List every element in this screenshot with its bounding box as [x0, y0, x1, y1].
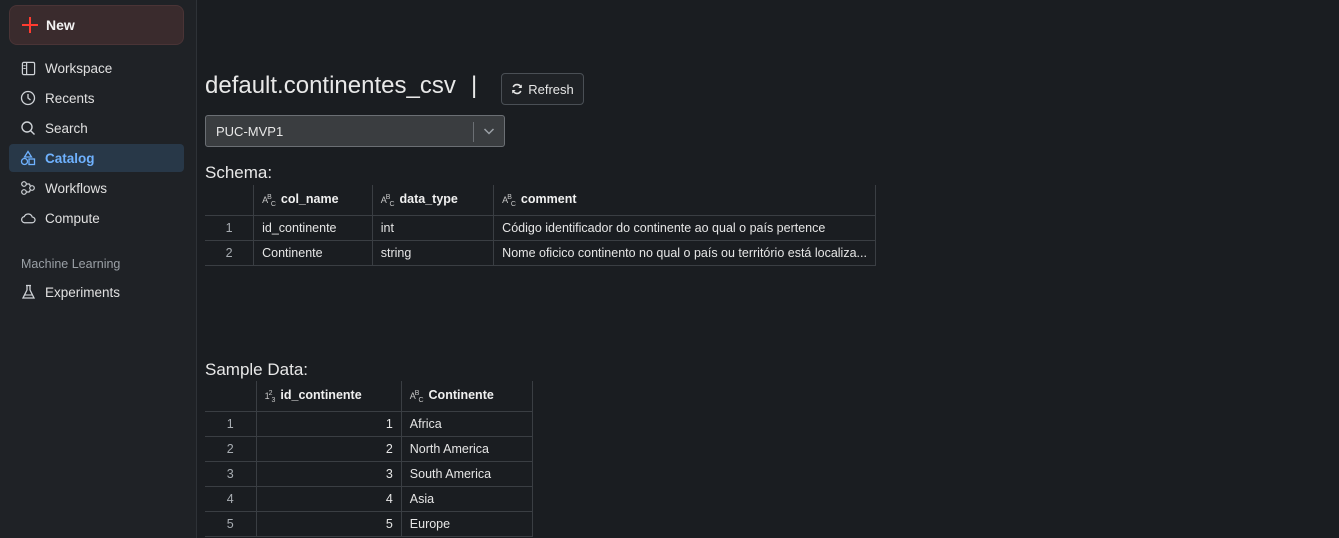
- sample-data-table: 123 id_continente ABC Continente 1 1 Afric…: [205, 381, 534, 537]
- table-cell[interactable]: 4: [255, 485, 402, 512]
- sidebar-item-recents[interactable]: Recents: [9, 84, 184, 112]
- row-index: 1: [205, 214, 255, 241]
- schema-heading: Schema:: [205, 163, 273, 182]
- sidebar-item-label: Search: [45, 120, 88, 136]
- table-row: 5 5 Europe: [205, 510, 534, 537]
- title-separator: |: [471, 72, 478, 99]
- table-row: 3 3 South America: [205, 460, 534, 487]
- table-header-row: ABC col_name ABC data_type ABC comment: [205, 185, 876, 216]
- table-cell[interactable]: Africa: [400, 410, 534, 437]
- table-cell[interactable]: string: [371, 239, 495, 266]
- sidebar-item-compute[interactable]: Compute: [9, 204, 184, 232]
- main-content: default.continentes_csv | Refresh PUC-MV…: [198, 0, 1339, 538]
- table-cell[interactable]: 5: [255, 510, 402, 537]
- sidebar-item-label: Compute: [45, 210, 100, 226]
- refresh-label: Refresh: [528, 81, 574, 97]
- index-header: [205, 185, 255, 216]
- table-cell[interactable]: 1: [255, 410, 402, 437]
- sidebar-item-label: Experiments: [45, 284, 121, 300]
- row-index: 1: [205, 410, 257, 437]
- index-header: [205, 381, 257, 412]
- table-row: 1 1 Africa: [205, 410, 534, 437]
- select-divider: [473, 122, 474, 142]
- sidebar-item-label: Recents: [45, 90, 95, 106]
- table-row: 4 4 Asia: [205, 485, 534, 512]
- table-cell[interactable]: Nome oficico continento no qual o país o…: [493, 239, 876, 266]
- refresh-icon: [511, 83, 523, 95]
- table-cell[interactable]: Asia: [400, 485, 534, 512]
- table-cell[interactable]: int: [371, 214, 495, 241]
- column-header[interactable]: ABC comment: [493, 185, 876, 216]
- table-cell[interactable]: id_continente: [253, 214, 373, 241]
- catalog-icon: [20, 150, 36, 166]
- column-header[interactable]: 123 id_continente: [255, 381, 402, 412]
- refresh-button[interactable]: Refresh: [501, 73, 584, 105]
- sidebar-item-catalog[interactable]: Catalog: [9, 144, 184, 172]
- schema-table: ABC col_name ABC data_type ABC comment 1 id…: [205, 185, 876, 266]
- table-row: 2 2 North America: [205, 435, 534, 462]
- section-label-machine-learning: Machine Learning: [21, 257, 121, 271]
- flask-icon: [20, 284, 36, 300]
- sidebar-item-workflows[interactable]: Workflows: [9, 174, 184, 202]
- sample-data-heading: Sample Data:: [205, 360, 308, 379]
- cloud-icon: [20, 210, 36, 226]
- table-cell[interactable]: 2: [255, 435, 402, 462]
- sidebar-item-search[interactable]: Search: [9, 114, 184, 142]
- string-type-icon: ABC: [380, 193, 395, 208]
- table-cell[interactable]: Europe: [400, 510, 534, 537]
- table-row: 1 id_continente int Código identificador…: [205, 214, 876, 241]
- integer-type-icon: 123: [264, 389, 276, 404]
- search-icon: [20, 120, 36, 136]
- table-row: 2 Continente string Nome oficico contine…: [205, 239, 876, 266]
- clock-icon: [20, 90, 36, 106]
- sidebar-item-label: Workflows: [45, 180, 108, 196]
- table-cell[interactable]: Continente: [253, 239, 373, 266]
- row-index: 2: [205, 239, 255, 266]
- column-header[interactable]: ABC Continente: [400, 381, 534, 412]
- row-index: 2: [205, 435, 257, 462]
- sidebar-item-label: Catalog: [45, 150, 95, 166]
- page-title: default.continentes_csv: [205, 72, 456, 99]
- string-type-icon: ABC: [502, 193, 516, 208]
- table-cell[interactable]: 3: [255, 460, 402, 487]
- table-cell[interactable]: South America: [400, 460, 534, 487]
- workspace-select[interactable]: PUC-MVP1: [205, 115, 505, 147]
- sidebar: New Workspace Recents Search Catalog Wor…: [0, 0, 197, 538]
- column-header[interactable]: ABC data_type: [371, 185, 495, 216]
- string-type-icon: ABC: [409, 389, 424, 404]
- row-index: 5: [205, 510, 257, 537]
- chevron-down-icon[interactable]: [482, 124, 496, 141]
- select-value: PUC-MVP1: [216, 123, 284, 139]
- row-index: 4: [205, 485, 257, 512]
- sidebar-item-workspace[interactable]: Workspace: [9, 54, 184, 82]
- table-cell[interactable]: Código identificador do continente ao qu…: [493, 214, 876, 241]
- workspace-icon: [20, 60, 36, 76]
- table-cell[interactable]: North America: [400, 435, 534, 462]
- new-button-label: New: [46, 17, 75, 33]
- sidebar-item-experiments[interactable]: Experiments: [9, 278, 184, 306]
- string-type-icon: ABC: [262, 193, 276, 208]
- column-header[interactable]: ABC col_name: [253, 185, 373, 216]
- row-index: 3: [205, 460, 257, 487]
- sidebar-item-label: Workspace: [45, 60, 113, 76]
- table-header-row: 123 id_continente ABC Continente: [205, 381, 534, 412]
- plus-icon: [22, 17, 38, 33]
- workflows-icon: [20, 180, 36, 196]
- new-button[interactable]: New: [9, 5, 184, 45]
